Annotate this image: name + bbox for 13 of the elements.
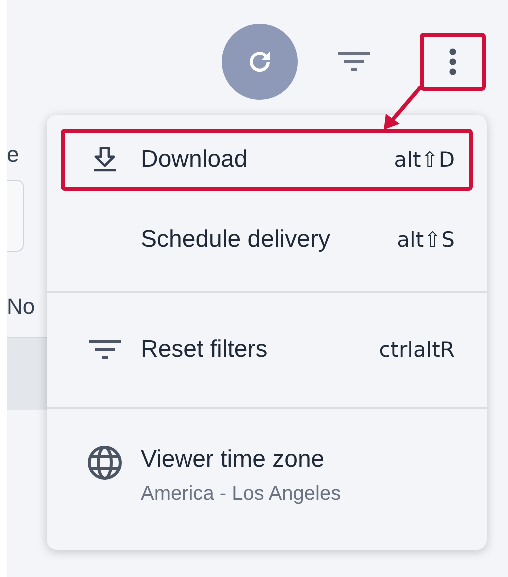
more-button[interactable] xyxy=(420,33,486,91)
menu-item[interactable]: Reset filters ctrlaltR xyxy=(61,319,473,381)
input-field[interactable] xyxy=(7,180,24,252)
field-label: e xyxy=(7,142,20,168)
globe-icon xyxy=(87,445,123,481)
more-icon xyxy=(449,48,457,76)
download-icon xyxy=(93,147,117,173)
menu-item[interactable]: Viewer time zone America - Los Angeles xyxy=(61,435,473,513)
column-header: No xyxy=(7,294,36,320)
filter-icon xyxy=(89,339,121,361)
annotation-arrow xyxy=(384,86,423,130)
menu-item[interactable]: Download alt⇧D xyxy=(61,129,473,191)
menu-item[interactable]: Schedule delivery alt⇧S xyxy=(61,209,473,271)
